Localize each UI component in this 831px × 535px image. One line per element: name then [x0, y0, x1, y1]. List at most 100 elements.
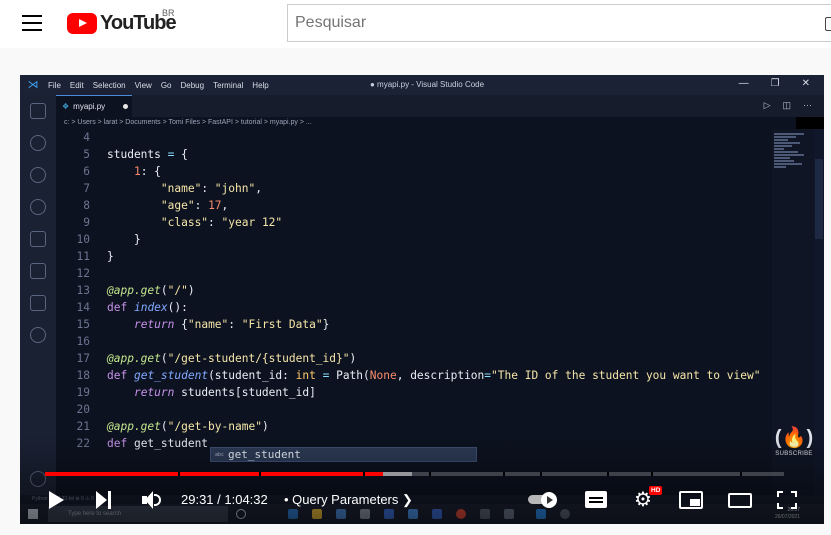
more-icon: ···	[803, 100, 812, 110]
minimap-line	[774, 136, 796, 138]
line-number: 19	[76, 386, 90, 399]
suggestion-label: get_student	[228, 448, 301, 461]
code-line: 9 "class": "year 12"	[56, 214, 772, 231]
vscode-menu-item: Edit	[69, 80, 84, 90]
code-line: 12	[56, 265, 772, 282]
player-controls: 29:31 / 1:04:32 • Query Parameters ❯ ⚙ H…	[20, 485, 824, 515]
restore-icon: ❐	[770, 78, 780, 89]
search-bar[interactable]	[287, 4, 831, 42]
extensions-icon	[30, 231, 46, 247]
line-number: 17	[76, 352, 90, 365]
line-number: 22	[76, 437, 90, 450]
search-input[interactable]	[295, 14, 831, 32]
text-suggestion-icon: abc	[215, 451, 225, 458]
chapter-marker	[259, 472, 262, 476]
minimap-line	[774, 139, 788, 141]
vscode-menu-item: Selection	[92, 80, 126, 90]
video-player[interactable]: ⋊ File Edit Selection View Go Debug Terminal He…	[20, 75, 824, 524]
menu-icon[interactable]	[22, 15, 42, 31]
vscode-logo-icon: ⋊	[27, 79, 39, 91]
python-file-icon: ❖	[62, 102, 70, 111]
run-icon: ▷	[763, 100, 771, 110]
minimap-line	[774, 163, 802, 165]
freecodecamp-logo-icon: (🔥)	[774, 427, 814, 449]
code-line: 16	[56, 333, 772, 350]
theater-mode-icon[interactable]	[728, 493, 752, 508]
country-code: BR	[162, 8, 175, 18]
line-number: 18	[76, 369, 90, 382]
remote-icon	[30, 327, 46, 343]
keyboard-icon[interactable]	[825, 17, 831, 31]
chapter-marker	[606, 472, 609, 476]
fullscreen-icon[interactable]	[777, 491, 797, 509]
scrollbar-thumb	[815, 159, 823, 239]
close-icon: ✕	[801, 78, 810, 89]
vscode-menu-item: Terminal	[213, 80, 244, 90]
next-icon[interactable]	[96, 491, 112, 509]
search-icon	[30, 135, 46, 151]
code-line: 20	[56, 401, 772, 418]
code-line: 19 return students[student_id]	[56, 384, 772, 401]
line-number: 12	[76, 267, 90, 280]
code-line: 6 1: {	[56, 163, 772, 180]
subscribe-label: SUBSCRIBE	[775, 451, 813, 457]
vscode-menu-item: File	[48, 80, 61, 90]
volume-icon[interactable]	[142, 491, 162, 509]
freecodecamp-subscribe-watermark[interactable]: (🔥) SUBSCRIBE	[772, 425, 816, 465]
youtube-logo[interactable]: YouTube	[67, 12, 177, 35]
vscode-breadcrumb: c: > Users > larat > Documents > Tomi Fi…	[56, 117, 796, 129]
chapter-marker	[540, 472, 543, 476]
code-line: 4	[56, 129, 772, 146]
played-bar	[45, 472, 383, 476]
line-number: 14	[76, 301, 90, 314]
chapter-title: Query Parameters	[292, 492, 399, 507]
youtube-header: YouTube BR	[0, 0, 831, 48]
play-icon[interactable]	[49, 491, 64, 509]
chapter-marker	[650, 472, 653, 476]
minimize-icon: —	[738, 78, 749, 89]
autoplay-toggle[interactable]	[528, 492, 558, 508]
code-line: 11}	[56, 248, 772, 265]
miniplayer-icon[interactable]	[679, 491, 703, 509]
autocomplete-suggestion: abc get_student	[210, 447, 477, 462]
vscode-title-bar: ⋊ File Edit Selection View Go Debug Terminal He…	[20, 75, 824, 95]
subtitles-icon[interactable]	[585, 491, 607, 508]
vscode-menu-item: Go	[160, 80, 172, 90]
split-editor-icon: ◫	[782, 100, 791, 110]
line-number: 11	[76, 250, 90, 263]
code-line: 17 @app.get("/get-student/{student_id}")	[56, 350, 772, 367]
time-display: 29:31 / 1:04:32	[181, 492, 268, 507]
code-line: 18 def get_student(student_id: int = Path…	[56, 367, 772, 384]
minimap-line	[774, 160, 794, 162]
youtube-play-logo-icon	[67, 13, 97, 34]
vscode-tab-bar: ❖ myapi.py ▷ ◫ ···	[56, 95, 824, 117]
vscode-activity-bar	[20, 95, 56, 495]
code-line: 13 @app.get("/")	[56, 282, 772, 299]
buffered-bar	[382, 472, 413, 476]
clock-date: 26/07/2021	[774, 514, 800, 520]
chapter-button[interactable]: • Query Parameters ❯	[284, 492, 413, 508]
tab-actions: ▷ ◫ ···	[764, 100, 812, 111]
line-number: 15	[76, 318, 90, 331]
progress-bar[interactable]	[45, 472, 784, 476]
code-line: 21 @app.get("/get-by-name")	[56, 418, 772, 435]
chapter-marker	[362, 472, 365, 476]
line-number: 6	[83, 165, 90, 178]
vscode-menu: File Edit Selection View Go Debug Terminal Help	[48, 81, 269, 90]
code-editor: 4 5 students = { 6 1: { 7 "name": "john",…	[56, 129, 772, 495]
folder-icon	[30, 263, 46, 279]
minimap-line	[774, 133, 804, 135]
minimap-line	[774, 145, 792, 147]
line-number: 9	[83, 216, 90, 229]
hd-badge: HD	[649, 486, 663, 495]
line-number: 21	[76, 420, 90, 433]
code-line: 15 return {"name": "First Data"}	[56, 316, 772, 333]
chapter-marker	[429, 472, 432, 476]
bullet: •	[284, 492, 293, 507]
line-number: 4	[83, 131, 90, 144]
code-line: 14 def index():	[56, 299, 772, 316]
minimap-line	[774, 166, 786, 168]
line-number: 7	[83, 182, 90, 195]
line-number: 13	[76, 284, 90, 297]
code-line: 8 "age": 17,	[56, 197, 772, 214]
